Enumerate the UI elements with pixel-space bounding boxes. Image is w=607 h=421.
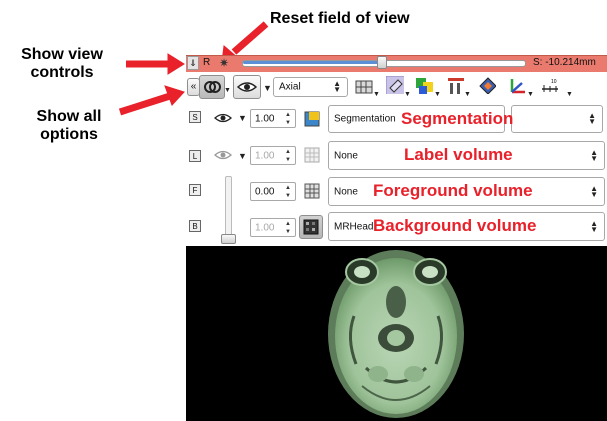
spin-arrows-icon: ▲ ▼ xyxy=(285,185,291,199)
visibility-toggle-button[interactable] xyxy=(233,75,261,99)
segment-select[interactable]: ▲ ▼ xyxy=(511,105,603,133)
slice-slider-handle[interactable] xyxy=(377,56,387,69)
spin-arrows-icon: ▲ ▼ xyxy=(285,112,291,126)
arrow-show-all-options xyxy=(118,92,172,116)
slice-offset-readout: S: -10.214mm xyxy=(533,57,596,68)
label-visibility-dropdown-icon[interactable]: ▼ xyxy=(238,151,247,161)
eye-icon xyxy=(236,82,258,92)
select-arrows-icon: ▲ ▼ xyxy=(590,147,598,163)
label-eye-icon[interactable] xyxy=(213,148,233,162)
segmentation-eye-icon[interactable] xyxy=(213,111,233,125)
segmentation-opacity-spinbox[interactable]: 1.00 ▲ ▼ xyxy=(250,109,296,128)
slice-model-icon[interactable] xyxy=(386,76,404,94)
rotate-to-volume-plane-icon[interactable] xyxy=(478,76,496,94)
spin-arrows-icon: ▲ ▼ xyxy=(285,221,291,235)
orientation-marker-dropdown-arrow-icon[interactable]: ▼ xyxy=(527,91,534,98)
ruler-icon[interactable]: 10 xyxy=(540,77,558,95)
segmentation-selected: Segmentation xyxy=(334,113,396,125)
annotation-background-volume: Background volume xyxy=(373,216,537,235)
arrow-head-show-view-controls xyxy=(167,53,185,75)
interpolation-icon xyxy=(303,219,319,235)
select-arrows-icon: ▲ ▼ xyxy=(588,111,596,126)
label-row-icon: L xyxy=(189,150,201,162)
ruler-dropdown-arrow-icon[interactable]: ▼ xyxy=(566,91,573,98)
view-orientation-value: Axial xyxy=(279,81,301,93)
background-volume-selected: MRHead xyxy=(334,221,374,232)
brain-slice-image[interactable] xyxy=(186,246,607,421)
spacing-icon[interactable] xyxy=(446,76,464,94)
spacing-dropdown-arrow-icon[interactable]: ▼ xyxy=(464,91,471,98)
spin-arrows-icon: ▲ ▼ xyxy=(285,149,291,163)
layout-grid-icon[interactable] xyxy=(355,78,373,96)
visibility-dropdown-arrow-icon[interactable]: ▼ xyxy=(263,83,272,93)
background-row-icon: B xyxy=(189,220,201,232)
pin-icon[interactable]: ⇓ xyxy=(187,56,199,70)
label-opacity-spinbox[interactable]: 1.00 ▲ ▼ xyxy=(250,146,296,165)
annotation-label-volume: Label volume xyxy=(404,145,513,164)
segmentation-opacity-value: 1.00 xyxy=(255,113,275,124)
select-arrows-icon: ▲ ▼ xyxy=(590,183,598,199)
foreground-volume-selected: None xyxy=(334,186,358,197)
orientation-marker-icon[interactable] xyxy=(508,76,526,94)
label-opacity-value: 1.00 xyxy=(255,150,275,161)
foreground-opacity-value: 0.00 xyxy=(255,186,275,197)
reset-field-of-view-icon[interactable]: ✷ xyxy=(219,56,229,70)
link-icon xyxy=(204,81,221,93)
select-arrows-icon: ▲ ▼ xyxy=(333,79,341,94)
slice-slider-fill xyxy=(243,61,383,64)
annotation-foreground-volume: Foreground volume xyxy=(373,181,533,200)
background-interpolation-button[interactable] xyxy=(299,215,323,239)
select-arrows-icon: ▲ ▼ xyxy=(590,218,598,234)
layout-dropdown-arrow-icon[interactable]: ▼ xyxy=(373,91,380,98)
label-volume-selected: None xyxy=(334,150,358,161)
foreground-row-icon: F xyxy=(189,184,201,196)
arrow-reset-field-of-view xyxy=(231,21,269,55)
annotation-segmentation: Segmentation xyxy=(401,109,514,128)
orientation-letter: R xyxy=(203,57,211,68)
collapse-label: « xyxy=(190,81,197,92)
foreground-opacity-spinbox[interactable]: 0.00 ▲ ▼ xyxy=(250,182,296,201)
foreground-grid-icon[interactable] xyxy=(303,182,321,200)
background-opacity-spinbox[interactable]: 1.00 ▲ ▼ xyxy=(250,218,296,237)
segmentation-color-icon[interactable] xyxy=(303,110,321,128)
view-orientation-select[interactable]: Axial ▲ ▼ xyxy=(273,77,348,97)
compositing-dropdown-arrow-icon[interactable]: ▼ xyxy=(434,91,441,98)
background-opacity-value: 1.00 xyxy=(255,222,275,233)
segmentation-visibility-dropdown-icon[interactable]: ▼ xyxy=(238,113,247,123)
svg-text:10: 10 xyxy=(551,79,557,85)
label-grid-icon[interactable] xyxy=(303,146,321,164)
slice-model-dropdown-arrow-icon[interactable]: ▼ xyxy=(404,91,411,98)
link-dropdown-arrow-icon[interactable]: ▼ xyxy=(224,87,231,94)
segmentation-row-icon: S xyxy=(189,111,201,123)
fade-slider-handle[interactable] xyxy=(221,234,236,244)
compositing-icon[interactable] xyxy=(415,77,433,95)
link-views-button[interactable] xyxy=(199,75,225,99)
